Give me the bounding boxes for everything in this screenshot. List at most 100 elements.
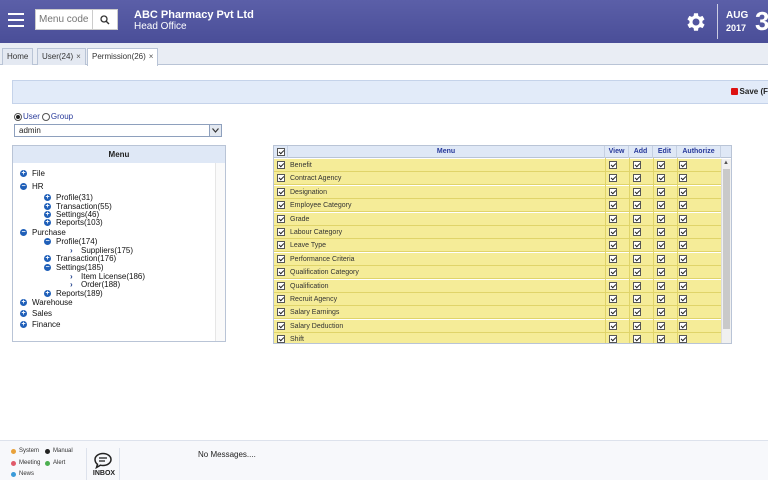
edit-checkbox[interactable] <box>657 187 665 196</box>
add-checkbox[interactable] <box>633 214 641 223</box>
edit-checkbox[interactable] <box>657 281 665 290</box>
authorize-checkbox[interactable] <box>679 295 687 303</box>
edit-checkbox[interactable] <box>657 295 665 303</box>
tree-node[interactable]: − Purchase <box>20 228 66 237</box>
tree-node[interactable]: + Transaction(176) <box>44 254 116 263</box>
edit-checkbox[interactable] <box>657 201 665 210</box>
tree-node[interactable]: − HR <box>20 182 44 191</box>
row-select-checkbox[interactable] <box>277 254 285 263</box>
authorize-checkbox[interactable] <box>679 254 687 263</box>
tree-node[interactable]: + Reports(189) <box>44 289 103 298</box>
row-select-checkbox[interactable] <box>277 281 285 290</box>
tree-node[interactable]: › Order(188) <box>70 280 120 289</box>
tree-node[interactable]: + Reports(103) <box>44 218 103 227</box>
column-menu[interactable]: Menu <box>288 146 605 158</box>
expand-plus-icon[interactable]: + <box>44 219 51 226</box>
tree-node[interactable]: + Sales <box>20 309 52 318</box>
authorize-checkbox[interactable] <box>679 335 687 343</box>
authorize-checkbox[interactable] <box>679 268 687 277</box>
add-checkbox[interactable] <box>633 308 641 317</box>
row-select-checkbox[interactable] <box>277 201 285 210</box>
row-select-checkbox[interactable] <box>277 174 285 183</box>
close-icon[interactable]: × <box>149 52 154 61</box>
add-checkbox[interactable] <box>633 335 641 343</box>
view-checkbox[interactable] <box>609 214 617 223</box>
add-checkbox[interactable] <box>633 268 641 277</box>
authorize-checkbox[interactable] <box>679 281 687 290</box>
view-checkbox[interactable] <box>609 295 617 303</box>
add-checkbox[interactable] <box>633 295 641 303</box>
tree-node[interactable]: + Finance <box>20 320 60 329</box>
row-select-checkbox[interactable] <box>277 295 285 303</box>
edit-checkbox[interactable] <box>657 335 665 343</box>
tree-node[interactable]: − Profile(174) <box>44 237 97 246</box>
tab-permission[interactable]: Permission(26) × <box>87 48 159 66</box>
view-checkbox[interactable] <box>609 201 617 210</box>
row-select-checkbox[interactable] <box>277 187 285 196</box>
view-checkbox[interactable] <box>609 335 617 343</box>
grid-scroll-thumb[interactable] <box>723 169 730 329</box>
search-button[interactable] <box>92 10 117 29</box>
expand-plus-icon[interactable]: + <box>44 194 51 201</box>
select-all-checkbox[interactable] <box>277 148 285 156</box>
inbox-button[interactable]: INBOX <box>86 448 120 480</box>
collapse-minus-icon[interactable]: − <box>44 264 51 271</box>
view-checkbox[interactable] <box>609 241 617 250</box>
view-checkbox[interactable] <box>609 187 617 196</box>
user-select[interactable]: admin <box>14 124 222 137</box>
authorize-checkbox[interactable] <box>679 214 687 223</box>
expand-plus-icon[interactable]: + <box>20 299 27 306</box>
edit-checkbox[interactable] <box>657 268 665 277</box>
menu-code-input[interactable] <box>36 10 93 29</box>
menu-hamburger-icon[interactable] <box>8 13 24 27</box>
tree-node[interactable]: − Settings(185) <box>44 263 104 272</box>
authorize-checkbox[interactable] <box>679 308 687 317</box>
add-checkbox[interactable] <box>633 201 641 210</box>
authorize-checkbox[interactable] <box>679 201 687 210</box>
authorize-checkbox[interactable] <box>679 187 687 196</box>
expand-plus-icon[interactable]: + <box>20 310 27 317</box>
expand-plus-icon[interactable]: + <box>20 170 27 177</box>
add-checkbox[interactable] <box>633 281 641 290</box>
add-checkbox[interactable] <box>633 228 641 236</box>
expand-plus-icon[interactable]: + <box>44 290 51 297</box>
edit-checkbox[interactable] <box>657 241 665 250</box>
row-select-checkbox[interactable] <box>277 308 285 317</box>
grid-scrollbar[interactable]: ▲ <box>721 159 731 343</box>
close-icon[interactable]: × <box>76 52 81 61</box>
edit-checkbox[interactable] <box>657 161 665 169</box>
edit-checkbox[interactable] <box>657 174 665 183</box>
group-radio[interactable] <box>41 112 50 121</box>
row-select-checkbox[interactable] <box>277 268 285 277</box>
authorize-checkbox[interactable] <box>679 161 687 169</box>
authorize-checkbox[interactable] <box>679 241 687 250</box>
view-checkbox[interactable] <box>609 268 617 277</box>
tree-scrollbar[interactable] <box>215 163 225 341</box>
expand-plus-icon[interactable]: + <box>44 211 51 218</box>
expand-plus-icon[interactable]: + <box>44 203 51 210</box>
collapse-minus-icon[interactable]: − <box>44 238 51 245</box>
tab-user[interactable]: User(24) × <box>37 48 86 65</box>
authorize-checkbox[interactable] <box>679 321 687 330</box>
authorize-checkbox[interactable] <box>679 228 687 236</box>
add-checkbox[interactable] <box>633 187 641 196</box>
row-select-checkbox[interactable] <box>277 228 285 236</box>
save-button[interactable]: Save (F <box>730 87 768 96</box>
edit-checkbox[interactable] <box>657 308 665 317</box>
chevron-down-icon[interactable] <box>209 125 221 136</box>
column-edit[interactable]: Edit <box>653 146 677 158</box>
tree-node[interactable]: + File <box>20 169 45 178</box>
edit-checkbox[interactable] <box>657 254 665 263</box>
chevron-right-icon[interactable]: › <box>70 280 77 289</box>
row-select-checkbox[interactable] <box>277 161 285 169</box>
tab-home[interactable]: Home <box>2 48 34 65</box>
add-checkbox[interactable] <box>633 241 641 250</box>
user-radio[interactable] <box>14 112 22 121</box>
view-checkbox[interactable] <box>609 321 617 330</box>
collapse-minus-icon[interactable]: − <box>20 183 27 190</box>
tree-node[interactable]: + Profile(31) <box>44 193 93 202</box>
view-checkbox[interactable] <box>609 174 617 183</box>
column-add[interactable]: Add <box>629 146 653 158</box>
row-select-checkbox[interactable] <box>277 214 285 223</box>
column-authorize[interactable]: Authorize <box>677 146 721 158</box>
